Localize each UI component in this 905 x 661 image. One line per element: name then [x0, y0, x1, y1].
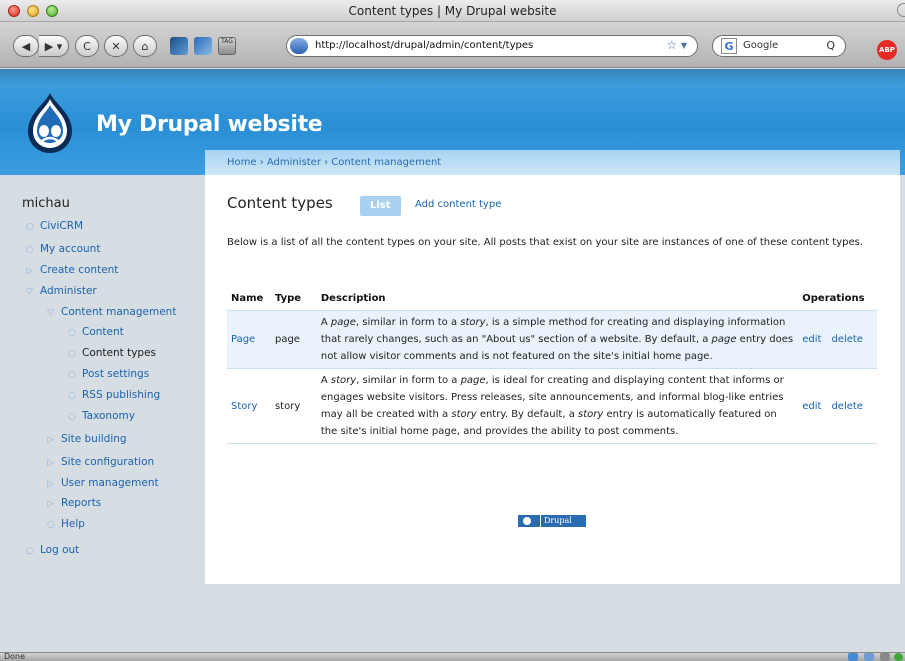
sidebar-item-post-settings[interactable]: ○ Post settings [68, 368, 149, 380]
collapsed-arrow-icon: ▷ [47, 435, 54, 445]
sidebar-item-reports[interactable]: ▷ Reports [47, 497, 101, 509]
sidebar-item-civicrm[interactable]: ○ CiviCRM [26, 220, 83, 232]
expanded-arrow-icon: ▽ [26, 287, 33, 297]
sidebar-item-content[interactable]: ○ Content [68, 326, 124, 338]
tab-list[interactable]: List [360, 196, 401, 216]
bullet-icon: ○ [68, 328, 76, 338]
powered-by-drupal-badge[interactable]: Drupal [518, 515, 586, 527]
operations-cell: edit delete [798, 310, 877, 369]
content-type-description: A story, similar in form to a page, is i… [316, 368, 799, 444]
search-bar[interactable]: G Google Q [712, 35, 846, 57]
bookmarks-icon[interactable] [170, 37, 188, 55]
status-text: Done [4, 652, 26, 661]
tag-icon[interactable]: TAG [218, 37, 236, 55]
table-header-row: Name Type Description Operations [227, 288, 877, 311]
home-button[interactable]: ⌂ [133, 35, 157, 57]
sidebar-item-log-out[interactable]: ○ Log out [26, 544, 79, 556]
breadcrumb-bar: Home › Administer › Content management [205, 150, 900, 175]
sidebar-item-rss-publishing[interactable]: ○ RSS publishing [68, 389, 160, 401]
site-name[interactable]: My Drupal website [96, 112, 323, 137]
content-type-description: A page, similar in form to a story, is a… [316, 310, 799, 369]
main-content: Content types List Add content type Belo… [205, 175, 900, 584]
stop-button[interactable]: ✕ [104, 35, 128, 57]
sidebar-item-my-account[interactable]: ○ My account [26, 243, 100, 255]
google-icon[interactable]: G [721, 38, 737, 54]
bullet-icon: ○ [68, 349, 76, 359]
bookmark-star-icon[interactable]: ☆ ▾ [666, 38, 687, 52]
forward-button[interactable]: ▶ ▾ [39, 35, 69, 57]
bullet-icon: ○ [68, 370, 76, 380]
page-title: Content types [227, 194, 333, 212]
url-bar[interactable]: http://localhost/drupal/admin/content/ty… [286, 35, 698, 57]
sidebar-item-site-building[interactable]: ▷ Site building [47, 433, 127, 445]
column-header-description: Description [316, 288, 799, 311]
sidebar-item-help[interactable]: ○ Help [47, 518, 85, 530]
sidebar-item-content-management[interactable]: ▽ Content management [47, 306, 176, 318]
sidebar-item-content-types[interactable]: ○ Content types [68, 347, 156, 359]
delete-link[interactable]: delete [831, 334, 863, 345]
screen-icon[interactable] [864, 653, 874, 661]
column-header-type: Type [270, 288, 317, 311]
edit-link[interactable]: edit [802, 401, 821, 412]
sidebar-username: michau [22, 196, 70, 211]
back-arrow-icon: ◀ [21, 39, 31, 53]
edit-link[interactable]: edit [802, 334, 821, 345]
reload-button[interactable]: C [75, 35, 99, 57]
url-text[interactable]: http://localhost/drupal/admin/content/ty… [315, 40, 533, 51]
delete-link[interactable]: delete [831, 401, 863, 412]
bullet-icon: ○ [47, 520, 55, 530]
table-row: Story story A story, similar in form to … [227, 368, 877, 444]
site-identity-icon[interactable] [290, 38, 308, 54]
bullet-icon: ○ [26, 546, 34, 556]
content-type-name-link[interactable]: Page [231, 334, 255, 345]
search-icon[interactable]: Q [826, 39, 835, 52]
content-type-machine-name: story [270, 368, 317, 444]
bullet-icon: ○ [68, 412, 76, 422]
content-type-name-link[interactable]: Story [231, 401, 257, 412]
sidebar-item-administer[interactable]: ▽ Administer [26, 285, 97, 297]
home-icon: ⌂ [141, 39, 149, 53]
window-title: Content types | My Drupal website [348, 4, 557, 18]
network-icon[interactable] [848, 653, 858, 661]
sidebar-item-site-configuration[interactable]: ▷ Site configuration [47, 456, 154, 468]
operations-cell: edit delete [798, 368, 877, 444]
content-type-machine-name: page [270, 310, 317, 369]
column-header-name: Name [227, 288, 271, 311]
breadcrumb[interactable]: Home › Administer › Content management [227, 157, 441, 168]
reload-icon: C [83, 39, 91, 53]
intro-text: Below is a list of all the content types… [227, 237, 864, 248]
content-types-table: Name Type Description Operations Page pa… [227, 288, 877, 444]
tab-add-content-type[interactable]: Add content type [415, 199, 501, 210]
powered-by-label: Drupal [541, 515, 586, 527]
sidebar-item-taxonomy[interactable]: ○ Taxonomy [68, 410, 135, 422]
sidebar-item-user-management[interactable]: ▷ User management [47, 477, 159, 489]
adblock-icon[interactable]: ABP [877, 40, 897, 60]
drupal-logo-icon[interactable] [20, 91, 80, 155]
collapsed-arrow-icon: ▷ [47, 499, 54, 509]
search-input[interactable]: Google [743, 40, 778, 51]
forward-arrow-icon: ▶ ▾ [44, 39, 63, 53]
column-header-operations: Operations [798, 288, 877, 311]
stop-icon: ✕ [111, 39, 121, 53]
window-titlebar: Content types | My Drupal website [0, 0, 905, 22]
collapsed-arrow-icon: ▷ [26, 266, 33, 276]
bullet-icon: ○ [26, 245, 34, 255]
table-row: Page page A page, similar in form to a s… [227, 310, 877, 369]
expanded-arrow-icon: ▽ [47, 308, 54, 318]
browser-toolbar: ◀ ▶ ▾ C ✕ ⌂ TAG http://localhost/drupal/… [0, 22, 905, 68]
drupal-drop-icon [518, 515, 540, 527]
bullet-icon: ○ [26, 222, 34, 232]
back-button[interactable]: ◀ [13, 35, 39, 57]
ok-status-icon[interactable] [894, 653, 903, 661]
collapsed-arrow-icon: ▷ [47, 458, 54, 468]
collapsed-arrow-icon: ▷ [47, 479, 54, 489]
sidebar-item-create-content[interactable]: ▷ Create content [26, 264, 118, 276]
toolbar-toggle-button[interactable] [897, 3, 905, 17]
mail-icon[interactable] [880, 653, 890, 661]
sidebar-icon[interactable] [194, 37, 212, 55]
bullet-icon: ○ [68, 391, 76, 401]
browser-statusbar: Done [0, 652, 905, 661]
